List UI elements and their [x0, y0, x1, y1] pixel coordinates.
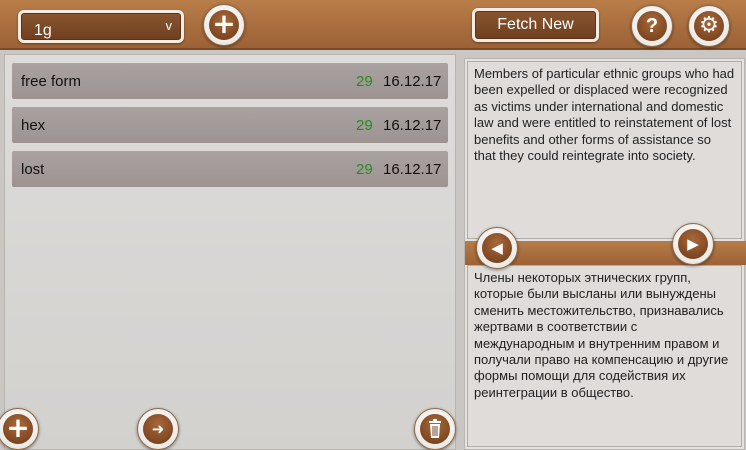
arrow-right-icon: ➜ [143, 414, 173, 444]
gear-icon: ⚙ [694, 11, 724, 41]
settings-button[interactable]: ⚙ [688, 5, 730, 47]
trash-icon [420, 414, 450, 444]
list-item[interactable]: lost 29 16.12.17 [12, 151, 448, 187]
translation-text-box[interactable]: Члены некоторых этнических групп, которы… [467, 265, 742, 447]
arrow-right-icon: ▶ [678, 229, 708, 259]
question-icon: ? [637, 11, 667, 41]
list-item[interactable]: hex 29 16.12.17 [12, 107, 448, 143]
word-list-panel: free form 29 16.12.17 hex 29 16.12.17 lo… [4, 54, 456, 450]
dropdown-value: 1g [34, 22, 52, 39]
next-button[interactable]: ▶ [672, 223, 714, 265]
top-toolbar: 1g v + Fetch New ? ⚙ [0, 0, 746, 50]
list-item-date: 16.12.17 [383, 161, 442, 178]
translation-text: Члены некоторых этнических групп, которы… [474, 270, 729, 400]
list-item-count: 29 [356, 117, 373, 134]
list-item-name: lost [21, 161, 45, 178]
source-text-box[interactable]: Members of particular ethnic groups who … [467, 61, 742, 239]
add-set-button[interactable]: + [203, 4, 245, 46]
source-text: Members of particular ethnic groups who … [474, 66, 735, 164]
list-item[interactable]: free form 29 16.12.17 [12, 63, 448, 99]
list-item-name: hex [21, 117, 46, 134]
plus-icon: + [3, 414, 33, 444]
fetch-new-button[interactable]: Fetch New [472, 8, 599, 42]
list-item-count: 29 [356, 73, 373, 90]
plus-icon: + [209, 10, 239, 40]
list-item-count: 29 [356, 161, 373, 178]
delete-button[interactable] [414, 408, 456, 450]
set-dropdown[interactable]: 1g v [18, 10, 184, 43]
previous-button[interactable]: ◀ [476, 227, 518, 269]
fetch-new-label: Fetch New [497, 16, 574, 33]
arrow-left-icon: ◀ [482, 233, 512, 263]
list-item-date: 16.12.17 [383, 117, 442, 134]
help-button[interactable]: ? [631, 5, 673, 47]
list-item-name: free form [21, 73, 82, 90]
chevron-down-icon: v [165, 18, 173, 33]
go-forward-button[interactable]: ➜ [137, 408, 179, 450]
list-item-date: 16.12.17 [383, 73, 442, 90]
